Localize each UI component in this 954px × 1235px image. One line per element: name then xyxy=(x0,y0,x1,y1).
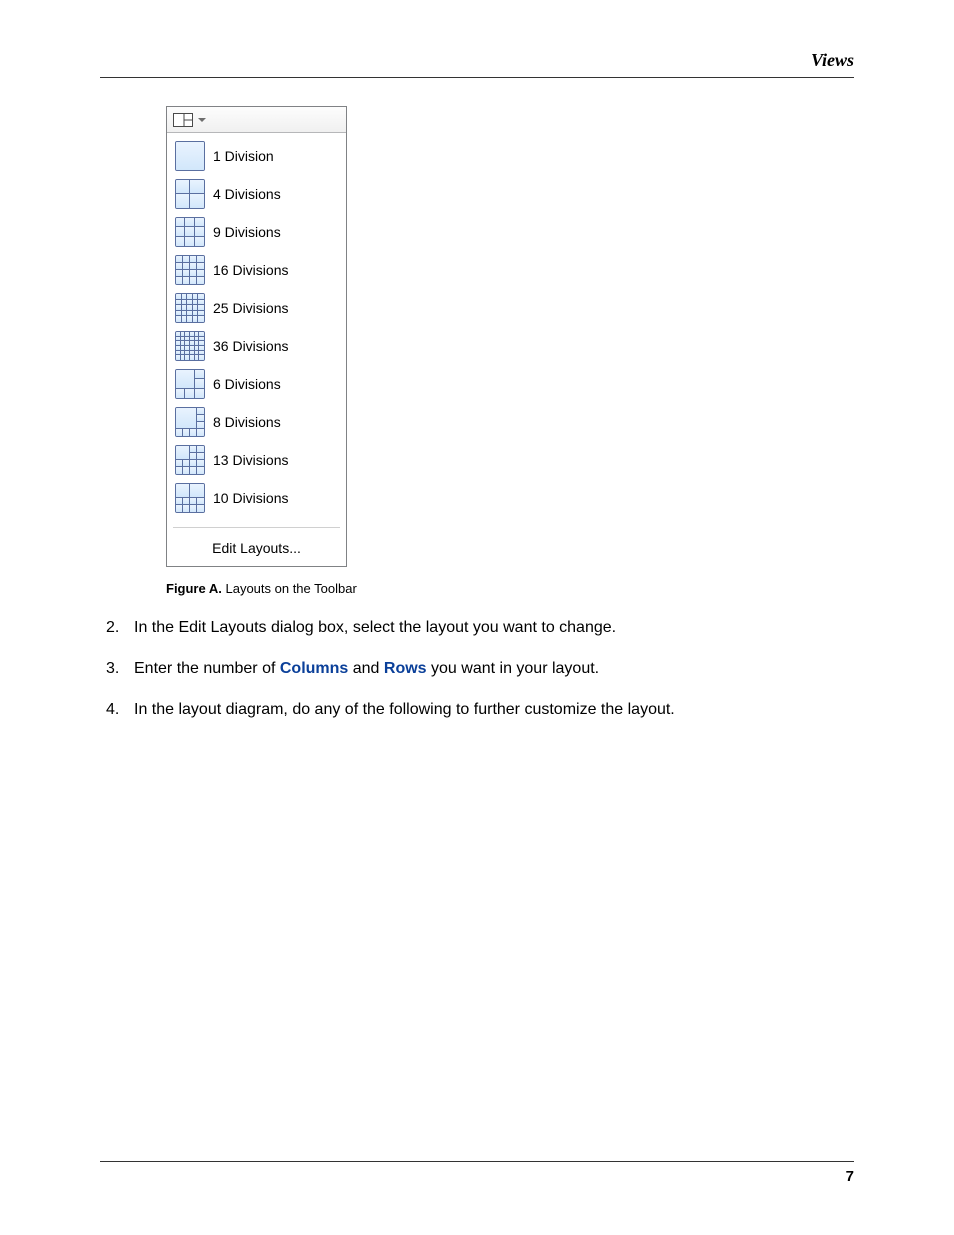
layout-option-label: 4 Divisions xyxy=(213,186,281,202)
layout-option-label: 1 Division xyxy=(213,148,274,164)
instruction-step: 3.Enter the number of Columns and Rows y… xyxy=(100,657,854,680)
layout-option[interactable]: 9 Divisions xyxy=(169,213,344,251)
layout-option[interactable]: 4 Divisions xyxy=(169,175,344,213)
edit-layouts-label: Edit Layouts... xyxy=(212,540,301,556)
layout-option-label: 8 Divisions xyxy=(213,414,281,430)
page-header: Views xyxy=(100,50,854,78)
step-number: 3. xyxy=(100,657,134,680)
instruction-step: 4.In the layout diagram, do any of the f… xyxy=(100,698,854,721)
layout-icon xyxy=(175,483,205,513)
layout-icon xyxy=(175,255,205,285)
layout-option[interactable]: 16 Divisions xyxy=(169,251,344,289)
keyword: Rows xyxy=(384,660,427,677)
keyword: Columns xyxy=(280,660,348,677)
layout-option-label: 36 Divisions xyxy=(213,338,288,354)
figure: 1 Division 4 Divisions 9 Divisions 16 Divis… xyxy=(166,106,854,567)
text-run: Enter the number of xyxy=(134,660,280,677)
layout-option-label: 16 Divisions xyxy=(213,262,288,278)
layout-split-icon xyxy=(173,113,193,127)
layout-option-label: 10 Divisions xyxy=(213,490,288,506)
header-title: Views xyxy=(811,50,854,71)
layout-icon xyxy=(175,407,205,437)
layout-option-label: 13 Divisions xyxy=(213,452,288,468)
chevron-down-icon xyxy=(198,118,206,122)
layouts-toolbar-button[interactable] xyxy=(167,107,346,133)
layout-icon xyxy=(175,369,205,399)
step-text: In the layout diagram, do any of the fol… xyxy=(134,698,854,721)
layout-option-list: 1 Division 4 Divisions 9 Divisions 16 Divis… xyxy=(167,133,346,523)
figure-caption-text: Layouts on the Toolbar xyxy=(225,581,356,596)
layout-icon xyxy=(175,331,205,361)
layout-icon xyxy=(175,445,205,475)
layout-option[interactable]: 36 Divisions xyxy=(169,327,344,365)
step-text: In the Edit Layouts dialog box, select t… xyxy=(134,616,854,639)
figure-caption: Figure A. Layouts on the Toolbar xyxy=(166,581,854,596)
layout-option[interactable]: 10 Divisions xyxy=(169,479,344,517)
step-number: 4. xyxy=(100,698,134,721)
page-number: 7 xyxy=(846,1168,854,1185)
layout-option[interactable]: 8 Divisions xyxy=(169,403,344,441)
layout-option[interactable]: 6 Divisions xyxy=(169,365,344,403)
step-text: Enter the number of Columns and Rows you… xyxy=(134,657,854,680)
text-run: In the layout diagram, do any of the fol… xyxy=(134,701,675,718)
layout-option-label: 25 Divisions xyxy=(213,300,288,316)
figure-caption-label: Figure A. xyxy=(166,581,222,596)
text-run: you want in your layout. xyxy=(427,660,600,677)
text-run: and xyxy=(348,660,384,677)
layout-option[interactable]: 1 Division xyxy=(169,137,344,175)
edit-layouts-item[interactable]: Edit Layouts... xyxy=(167,532,346,566)
layout-option[interactable]: 25 Divisions xyxy=(169,289,344,327)
layout-icon xyxy=(175,179,205,209)
layout-icon xyxy=(175,217,205,247)
layout-option-label: 6 Divisions xyxy=(213,376,281,392)
step-number: 2. xyxy=(100,616,134,639)
page-footer: 7 xyxy=(100,1161,854,1185)
text-run: In the Edit Layouts dialog box, select t… xyxy=(134,619,616,636)
instruction-step: 2.In the Edit Layouts dialog box, select… xyxy=(100,616,854,639)
layouts-dropdown: 1 Division 4 Divisions 9 Divisions 16 Divis… xyxy=(166,106,347,567)
layout-option-label: 9 Divisions xyxy=(213,224,281,240)
instruction-steps: 2.In the Edit Layouts dialog box, select… xyxy=(100,616,854,722)
layout-icon xyxy=(175,293,205,323)
layout-icon xyxy=(175,141,205,171)
divider xyxy=(173,527,340,528)
layout-option[interactable]: 13 Divisions xyxy=(169,441,344,479)
